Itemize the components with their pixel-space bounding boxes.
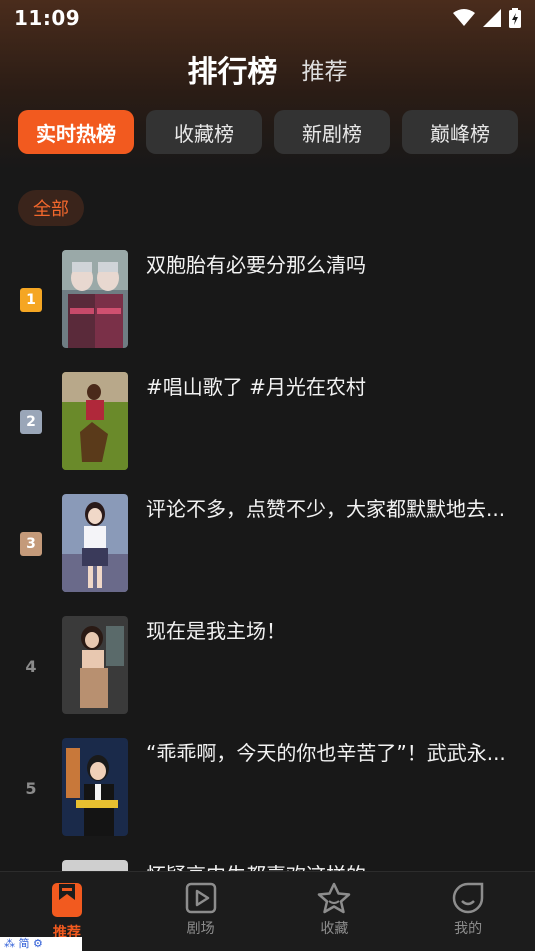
list-item[interactable]: 2 #唱山歌了 #月光在农村 <box>0 370 535 492</box>
page-header: 排行榜 推荐 <box>0 44 535 94</box>
nav-label: 剧场 <box>186 921 215 937</box>
video-thumbnail[interactable] <box>62 494 128 592</box>
rank-number: 3 <box>26 536 36 552</box>
video-title[interactable]: 评论不多，点赞不少，大家都默默地去... <box>146 496 518 522</box>
filter-all-chip[interactable]: 全部 <box>18 190 84 226</box>
rank-badge: 2 <box>19 410 43 434</box>
ranking-list: 1 双胞胎有必要分那么清吗 2 #唱山歌了 #月光在农村 3 评论不多，点赞不少… <box>0 248 535 898</box>
nav-label: 收藏 <box>320 921 349 937</box>
tab-favorites[interactable]: 收藏榜 <box>146 110 262 154</box>
silver-medal-icon: 2 <box>20 410 42 434</box>
rank-badge: 4 <box>19 654 43 678</box>
tab-new-drama[interactable]: 新剧榜 <box>274 110 390 154</box>
nav-theater[interactable]: 剧场 <box>134 872 268 951</box>
video-title[interactable]: 双胞胎有必要分那么清吗 <box>146 252 518 278</box>
gold-medal-icon: 1 <box>20 288 42 312</box>
wifi-icon <box>453 9 475 26</box>
video-title[interactable]: #唱山歌了 #月光在农村 <box>146 374 518 400</box>
nav-label: 我的 <box>454 921 483 937</box>
battery-charging-icon <box>509 8 521 28</box>
bronze-medal-icon: 3 <box>20 532 42 556</box>
rank-badge: 5 <box>19 776 43 800</box>
list-item[interactable]: 1 双胞胎有必要分那么清吗 <box>0 248 535 370</box>
rank-number: 4 <box>25 656 37 676</box>
list-item[interactable]: 3 评论不多，点赞不少，大家都默默地去... <box>0 492 535 614</box>
star-icon <box>318 882 351 914</box>
list-item[interactable]: 4 现在是我主场！ <box>0 614 535 736</box>
video-title[interactable]: 现在是我主场！ <box>146 618 518 644</box>
nav-me[interactable]: 我的 <box>401 872 535 951</box>
bookmark-icon <box>51 883 82 917</box>
recommend-tab[interactable]: 推荐 <box>302 52 348 86</box>
page-title[interactable]: 排行榜 <box>188 47 278 91</box>
video-title[interactable]: “乖乖啊，今天的你也辛苦了”！武武永... <box>146 740 518 766</box>
list-item[interactable]: 5 “乖乖啊，今天的你也辛苦了”！武武永... <box>0 736 535 858</box>
video-thumbnail[interactable] <box>62 616 128 714</box>
nav-favorites[interactable]: 收藏 <box>268 872 402 951</box>
video-thumbnail[interactable] <box>62 250 128 348</box>
rank-number: 2 <box>26 414 36 430</box>
status-time: 11:09 <box>14 6 81 30</box>
rank-badge: 3 <box>19 532 43 556</box>
rank-badge: 1 <box>19 288 43 312</box>
ranking-tabs: 实时热榜 收藏榜 新剧榜 巅峰榜 <box>18 110 518 154</box>
smile-icon <box>452 882 484 914</box>
status-icons <box>453 8 521 28</box>
ime-toolbar[interactable]: ⁂ 简 ⚙ <box>0 937 82 951</box>
signal-icon <box>483 9 501 27</box>
video-thumbnail[interactable] <box>62 738 128 836</box>
tab-realtime-hot[interactable]: 实时热榜 <box>18 110 134 154</box>
play-square-icon <box>185 882 216 914</box>
tab-peak[interactable]: 巅峰榜 <box>402 110 518 154</box>
video-thumbnail[interactable] <box>62 372 128 470</box>
status-bar: 11:09 <box>0 0 535 36</box>
rank-number: 5 <box>25 778 37 798</box>
rank-number: 1 <box>26 292 36 308</box>
